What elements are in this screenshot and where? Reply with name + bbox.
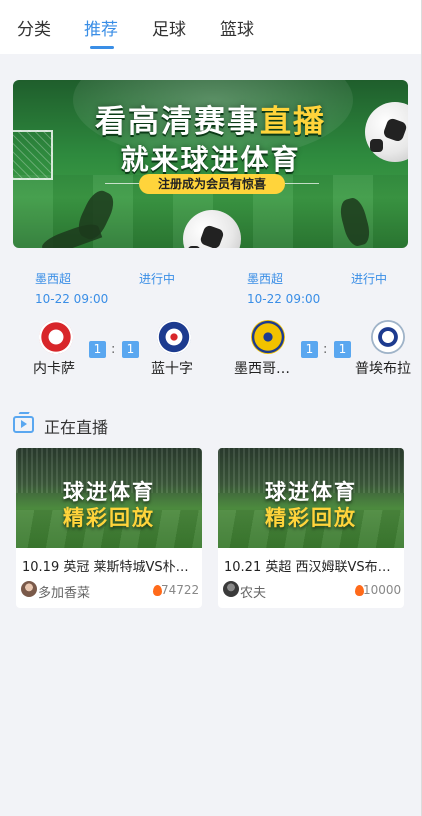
match-league: 墨西超: [247, 272, 284, 286]
avatar: [223, 581, 239, 597]
tv-icon: [13, 416, 34, 433]
anchor-name: 多加香菜: [38, 586, 91, 601]
live-section-title: 正在直播: [44, 418, 109, 437]
team-logo-away: [157, 320, 191, 354]
match-card[interactable]: 墨西超 进行中 10-22 09:00 内卡萨 1 : 1 蓝十字: [13, 268, 213, 383]
team-name-home: 墨西哥…: [234, 361, 290, 377]
tab-category[interactable]: 分类: [17, 18, 51, 42]
banner-headline-highlight: 直播: [260, 104, 326, 140]
top-tab-bar: 分类 推荐 足球 篮球: [0, 0, 422, 54]
score-away: 1: [122, 341, 139, 358]
team-name-home: 内卡萨: [33, 361, 75, 377]
score-home: 1: [89, 341, 106, 358]
thumbnail-subtitle: 精彩回放: [63, 506, 155, 530]
anchor-name: 农夫: [240, 586, 267, 601]
match-status: 进行中: [139, 272, 176, 286]
match-card[interactable]: 墨西超 进行中 10-22 09:00 墨西哥… 1 : 1 普埃布拉: [225, 268, 422, 383]
team-name-away: 普埃布拉: [355, 361, 411, 377]
view-count: 10000: [363, 583, 402, 597]
team-logo-away: [371, 320, 405, 354]
banner-headline-main: 看高清赛事: [95, 104, 260, 140]
match-time: 10-22 09:00: [35, 292, 109, 306]
avatar: [21, 581, 37, 597]
banner-register-pill: 注册成为会员有惊喜: [139, 174, 285, 194]
live-stream-card[interactable]: 球进体育 精彩回放 10.21 英超 西汉姆联VS布伦… 农夫 10000: [218, 448, 404, 608]
stream-title: 10.19 英冠 莱斯特城VS朴茨…: [22, 560, 198, 575]
thumbnail-subtitle: 精彩回放: [265, 506, 357, 530]
score-separator: :: [323, 342, 328, 357]
score-separator: :: [111, 342, 116, 357]
tab-football[interactable]: 足球: [152, 18, 186, 42]
match-time: 10-22 09:00: [247, 292, 321, 306]
tab-recommend[interactable]: 推荐: [84, 18, 118, 42]
match-status: 进行中: [351, 272, 388, 286]
stream-thumbnail: 球进体育 精彩回放: [218, 448, 404, 548]
live-stream-card[interactable]: 球进体育 精彩回放 10.19 英冠 莱斯特城VS朴茨… 多加香菜 74722: [16, 448, 202, 608]
match-league: 墨西超: [35, 272, 72, 286]
view-count: 74722: [161, 583, 200, 597]
score-home: 1: [301, 341, 318, 358]
tab-basketball[interactable]: 篮球: [220, 18, 254, 42]
promo-banner[interactable]: 看高清赛事直播 就来球进体育 注册成为会员有惊喜: [13, 80, 408, 248]
banner-subheadline: 就来球进体育: [120, 143, 301, 176]
team-logo-home: [39, 320, 73, 354]
stream-thumbnail: 球进体育 精彩回放: [16, 448, 202, 548]
stream-title: 10.21 英超 西汉姆联VS布伦…: [224, 560, 400, 575]
team-name-away: 蓝十字: [151, 361, 193, 377]
team-logo-home: [251, 320, 285, 354]
active-tab-indicator: [90, 46, 114, 49]
banner-headline: 看高清赛事直播: [13, 96, 408, 141]
score-away: 1: [334, 341, 351, 358]
